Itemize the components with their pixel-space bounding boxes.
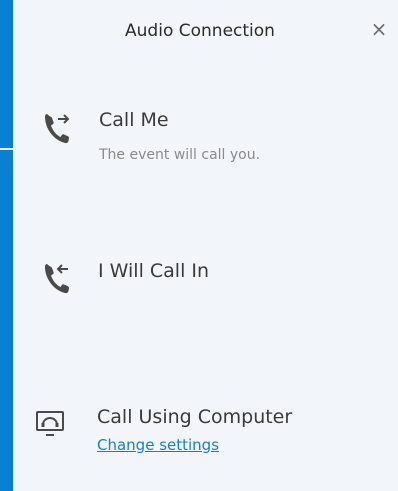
option-i-will-call-in-label: I Will Call In (98, 260, 210, 282)
phone-incoming-icon (43, 260, 73, 296)
option-call-me-description: The event will call you. (99, 147, 261, 163)
left-edge-accent (0, 0, 13, 491)
option-call-using-computer-label: Call Using Computer (97, 406, 293, 428)
computer-audio-icon (35, 410, 65, 442)
change-settings-link[interactable]: Change settings (97, 436, 219, 454)
close-icon[interactable]: × (369, 18, 389, 40)
audio-connection-dialog: Audio Connection × Call Me The event wil… (13, 0, 398, 491)
left-edge-stripe (0, 148, 13, 150)
option-i-will-call-in[interactable]: I Will Call In (13, 252, 398, 302)
phone-outgoing-icon (43, 110, 73, 146)
option-call-me[interactable]: Call Me The event will call you. (13, 100, 398, 180)
option-call-using-computer[interactable]: Call Using Computer Change settings (13, 400, 398, 462)
dialog-title: Audio Connection (125, 21, 275, 41)
option-call-me-label: Call Me (99, 109, 169, 131)
